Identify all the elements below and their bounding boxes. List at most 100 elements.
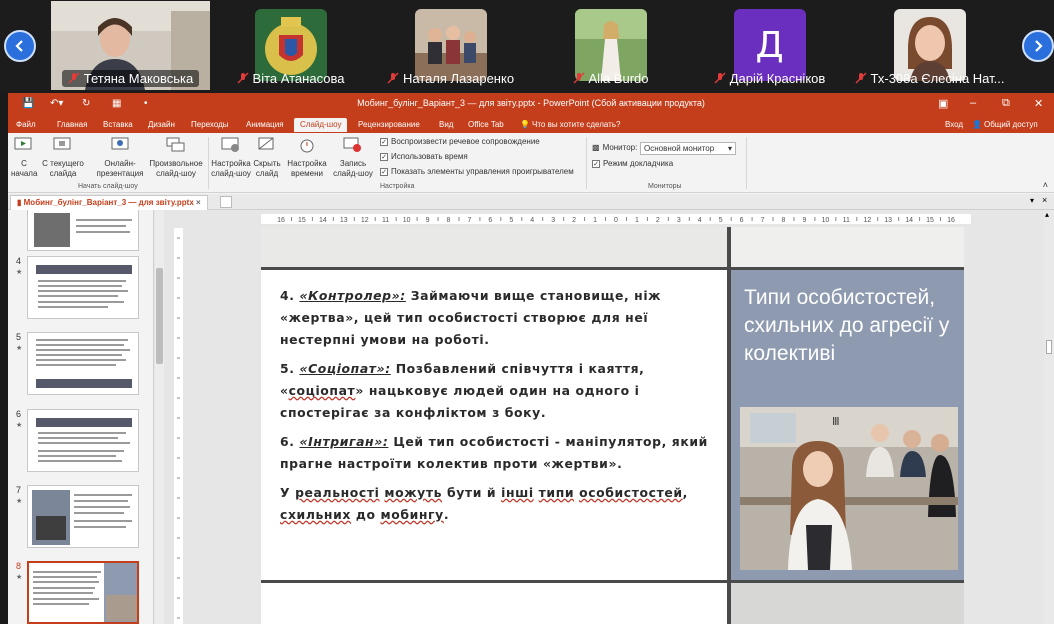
slide-title[interactable]: Типи особистостей, схильних до агресії у… xyxy=(744,284,959,368)
next-page-button[interactable] xyxy=(1022,30,1054,62)
slide-thumbnail-selected[interactable] xyxy=(27,561,139,624)
animation-star-icon: ★ xyxy=(16,345,23,352)
media-controls-checkbox[interactable]: ✓ Показать элементы управления проигрыват… xyxy=(380,167,574,176)
narration-checkbox[interactable]: ✓ Воспроизвести речевое сопровождение xyxy=(380,137,540,146)
ruler-tick-label: 8 xyxy=(447,217,451,224)
ruler-tick-label: 9 xyxy=(426,217,430,224)
rehearse-timings-button[interactable]: Настройка времени xyxy=(286,136,328,179)
new-tab-button[interactable] xyxy=(220,196,232,208)
slide-thumbnail[interactable] xyxy=(27,485,139,548)
chevron-down-icon: ▾ xyxy=(727,144,732,153)
vertical-scrollbar[interactable]: ▴ xyxy=(1044,210,1054,624)
tab-design[interactable]: Дизайн xyxy=(148,120,175,129)
tab-transitions[interactable]: Переходы xyxy=(191,120,229,129)
participant-tile[interactable]: Віта Атанасова xyxy=(211,1,370,90)
participant-name: Наталя Лазаренко xyxy=(402,70,515,86)
tab-home[interactable]: Главная xyxy=(57,120,87,129)
tab-slideshow[interactable]: Слайд-шоу xyxy=(294,118,348,132)
presenter-view-checkbox[interactable]: ✓ Режим докладчика xyxy=(592,159,673,168)
scroll-thumb xyxy=(1046,340,1052,354)
ruler-tick-label: 15 xyxy=(298,217,306,224)
tab-office-tab[interactable]: Office Tab xyxy=(468,120,504,129)
slide-thumbnail[interactable] xyxy=(27,332,139,395)
mic-muted-icon xyxy=(855,72,866,84)
lightbulb-icon: 💡 xyxy=(520,120,530,129)
workspace: 4 ★ 5 ★ 6 ★ 7 ★ 8 ★ 16 15 14 13 12 11 10… xyxy=(8,210,1054,624)
document-icon: ▮ xyxy=(17,198,22,207)
tell-me-input[interactable]: Что вы хотите сделать? xyxy=(532,120,620,129)
powerpoint-window: 💾 ↶▾ ↻ ▦ • Мобинг_булінг_Варіант_3 — для… xyxy=(8,93,1054,624)
tab-review[interactable]: Рецензирование xyxy=(358,120,420,129)
slideshow-icon xyxy=(14,137,32,150)
custom-slideshow-icon xyxy=(166,137,185,152)
participant-name: Тх-308а Єлесіна Нат... xyxy=(870,70,1005,86)
slide-number: 6 xyxy=(16,409,22,419)
chevron-left-icon xyxy=(15,40,23,52)
ruler-tick-label: 3 xyxy=(677,217,681,224)
ruler-tick-label: 0 xyxy=(614,217,618,224)
slide-photo[interactable] xyxy=(740,407,958,570)
tab-animation[interactable]: Анимация xyxy=(246,120,284,129)
term-controller: «Контролер»: xyxy=(299,288,406,303)
term-sociopath: «Соціопат»: xyxy=(299,361,391,376)
participant-tile[interactable]: Наталя Лазаренко xyxy=(371,1,530,90)
close-all-tabs-icon[interactable]: × xyxy=(1042,195,1047,205)
slide-thumbnail[interactable] xyxy=(27,409,139,472)
ruler-tick-label: 1 xyxy=(635,217,639,224)
participant-tile[interactable]: Тх-308а Єлесіна Нат... xyxy=(850,1,1009,90)
record-icon xyxy=(343,137,361,152)
divider xyxy=(586,137,587,189)
previous-page-button[interactable] xyxy=(4,30,36,62)
paragraph-intriguer: 6. «Інтриган»: Цей тип особистості - ман… xyxy=(280,434,708,471)
setup-slideshow-button[interactable]: Настройка слайд-шоу xyxy=(210,136,252,179)
tab-list-icon[interactable]: ▾ xyxy=(1030,196,1034,205)
tab-insert[interactable]: Вставка xyxy=(103,120,133,129)
thumbnail-scrollbar[interactable] xyxy=(155,210,164,624)
share-button[interactable]: Общий доступ xyxy=(984,120,1038,129)
online-presentation-button[interactable]: Онлайн-презентация xyxy=(90,136,150,179)
slide-canvas[interactable]: Типи особистостей, схильних до агресії у… xyxy=(261,227,964,624)
participant-tile[interactable]: Alla Burdo xyxy=(531,1,690,90)
slide-thumbnail[interactable] xyxy=(27,210,139,251)
restore-button[interactable]: ⧉ xyxy=(1002,97,1010,110)
slide-thumbnail[interactable] xyxy=(27,256,139,319)
participant-tile[interactable]: Тетяна Маковська xyxy=(51,1,210,90)
document-tab[interactable]: ▮ Мобинг_булінг_Варіант_3 — для звіту.pp… xyxy=(10,195,208,210)
ruler-tick-label: 5 xyxy=(719,217,723,224)
slide-body-text[interactable]: 4. «Контролер»: Займаючи вище становище,… xyxy=(280,285,720,533)
share-icon[interactable]: 👤 xyxy=(972,120,982,129)
record-slideshow-button[interactable]: Запись слайд-шоу xyxy=(330,136,376,179)
ruler-tick-label: 11 xyxy=(843,217,850,224)
tab-view[interactable]: Вид xyxy=(439,120,453,129)
from-current-slide-button[interactable]: С текущего слайда xyxy=(40,136,86,179)
custom-slideshow-button[interactable]: Произвольное слайд-шоу xyxy=(146,136,206,179)
mic-muted-icon xyxy=(714,72,726,84)
ruler-tick-label: 13 xyxy=(340,217,348,224)
ruler-tick-label: 7 xyxy=(761,217,765,224)
use-timings-checkbox[interactable]: ✓ Использовать время xyxy=(380,152,468,161)
tab-file[interactable]: Файл xyxy=(16,120,36,129)
hide-slide-button[interactable]: Скрыть слайд xyxy=(252,136,282,179)
ruler-tick-label: 5 xyxy=(509,217,513,224)
ruler-tick-label: 16 xyxy=(277,217,285,224)
ruler-tick-label: 14 xyxy=(905,217,913,224)
mic-muted-icon xyxy=(387,72,399,84)
ruler-tick-label: 8 xyxy=(782,217,786,224)
ribbon-display-icon[interactable]: ▣ xyxy=(938,97,948,110)
ruler-tick-label: 2 xyxy=(572,217,576,224)
slide-number: 7 xyxy=(16,485,22,495)
term-intriguer: «Інтриган»: xyxy=(299,434,389,449)
close-button[interactable]: ✕ xyxy=(1034,97,1043,110)
document-tab-bar: ▮ Мобинг_булінг_Варіант_3 — для звіту.pp… xyxy=(8,194,1054,210)
monitor-select[interactable]: Основной монитор ▾ xyxy=(640,142,736,155)
ribbon-tabs: Файл Главная Вставка Дизайн Переходы Ани… xyxy=(8,117,1054,133)
setup-slideshow-icon xyxy=(221,137,239,152)
paragraph-conclusion: У реальності можуть бути й інші типи осо… xyxy=(280,485,688,522)
participant-tile[interactable]: Д Дарій Красніков xyxy=(690,1,849,90)
collapse-ribbon-icon[interactable]: ˄ xyxy=(1043,180,1048,190)
participants-strip: Тетяна Маковська Віта Атанасова Наталя Л… xyxy=(0,0,1054,92)
minimize-button[interactable]: – xyxy=(970,97,976,109)
divider xyxy=(727,227,731,624)
sign-in-link[interactable]: Вход xyxy=(945,120,963,129)
from-start-button[interactable]: Сначала xyxy=(11,136,37,179)
